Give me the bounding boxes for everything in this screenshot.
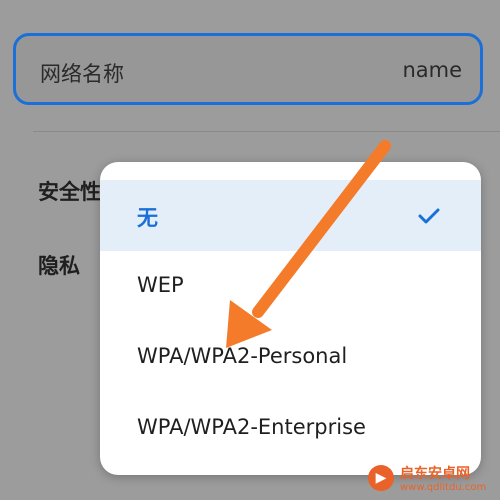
divider [33,131,500,132]
network-name-label: 网络名称 [40,62,124,86]
security-dropdown-menu: 无 WEP WPA/WPA2-Personal WPA/WPA2-Enterpr… [100,162,481,475]
watermark-title: 启东安卓网 [400,466,470,482]
security-row-label[interactable]: 安全性 [38,176,101,206]
dropdown-option-none[interactable]: 无 [100,180,481,251]
logo-icon: ▶ [368,465,394,491]
network-name-field[interactable]: 网络名称 name [13,33,483,105]
dropdown-option-wpa-personal[interactable]: WPA/WPA2-Personal [100,322,481,393]
privacy-row-label[interactable]: 隐私 [38,250,80,280]
check-icon [418,208,440,224]
watermark-url: www.qdlitdu.com [400,482,487,493]
option-label: WPA/WPA2-Enterprise [137,415,366,439]
option-label: WPA/WPA2-Personal [137,344,348,368]
network-name-value[interactable]: name [402,58,462,82]
option-label: WEP [137,273,184,297]
watermark: ▶ 启东安卓网 www.qdlitdu.com [362,461,498,497]
dropdown-option-wep[interactable]: WEP [100,251,481,322]
option-label: 无 [137,206,158,230]
dropdown-option-wpa-enterprise[interactable]: WPA/WPA2-Enterprise [100,393,481,464]
